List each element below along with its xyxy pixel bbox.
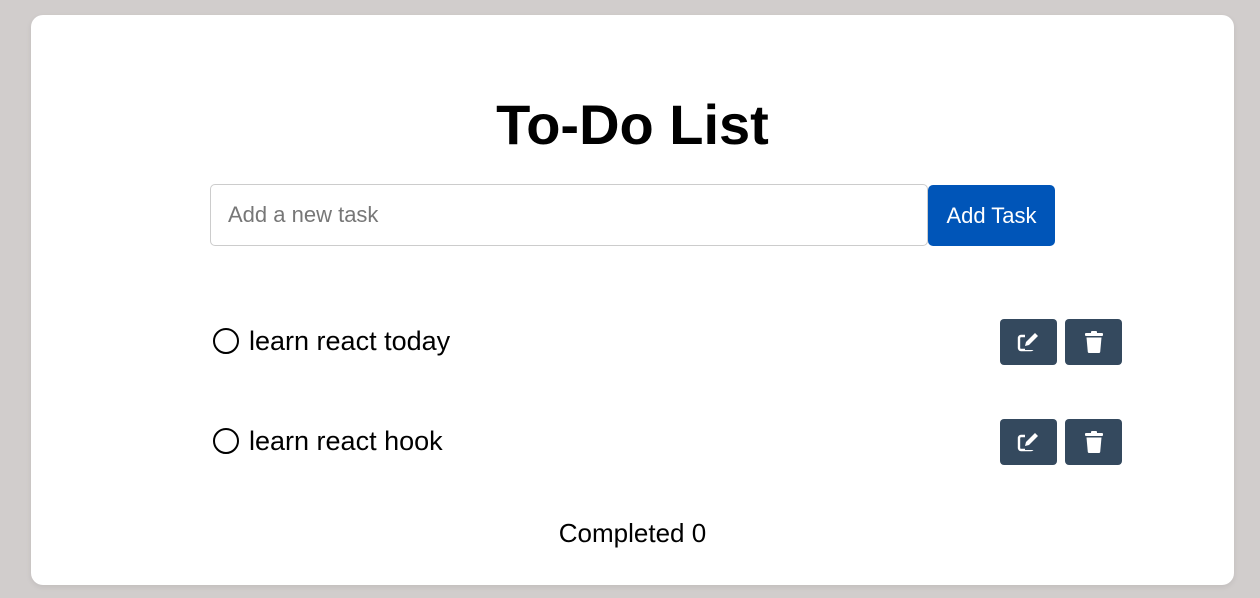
- edit-task-button[interactable]: [1000, 419, 1057, 465]
- add-task-button[interactable]: Add Task: [928, 185, 1055, 246]
- edit-task-button[interactable]: [1000, 319, 1057, 365]
- new-task-input[interactable]: [210, 184, 928, 246]
- todo-text: learn react today: [249, 326, 451, 356]
- trash-icon: [1084, 331, 1103, 353]
- todo-item: learn react today: [213, 319, 1124, 365]
- completed-count: Completed 0: [558, 518, 707, 548]
- delete-task-button[interactable]: [1065, 319, 1122, 365]
- todo-item: learn react hook: [213, 419, 1124, 465]
- edit-icon: [1017, 433, 1041, 452]
- trash-icon: [1084, 431, 1103, 453]
- edit-icon: [1017, 333, 1041, 352]
- todo-card: To-Do List Add Task learn react today: [31, 15, 1234, 585]
- circle-outline-icon[interactable]: [213, 328, 239, 354]
- page-title: To-Do List: [496, 93, 769, 156]
- circle-outline-icon[interactable]: [213, 428, 239, 454]
- todo-text: learn react hook: [249, 426, 443, 456]
- delete-task-button[interactable]: [1065, 419, 1122, 465]
- todo-list: learn react today learn react hook: [213, 319, 1124, 519]
